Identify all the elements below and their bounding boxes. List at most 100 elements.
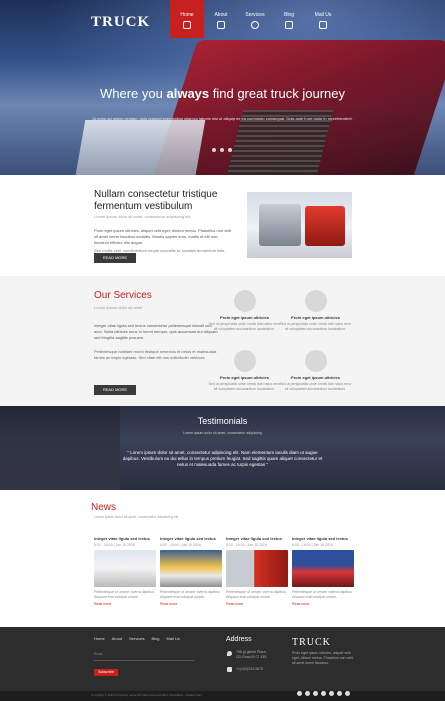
edit-icon: [285, 21, 293, 29]
news-card-desc: Pellentesque ut ornare viverra dapibus. …: [94, 590, 155, 599]
news-title: News: [91, 502, 117, 513]
social-links: [297, 691, 350, 696]
services-text: Integer vitae ligula sed lectus consecte…: [94, 323, 218, 340]
mail-icon: [319, 21, 327, 29]
service-icon: [233, 350, 256, 372]
news-card-title[interactable]: Integer vitae ligula sed lectus: [226, 536, 291, 541]
news-read-more-link[interactable]: Read more: [292, 602, 357, 606]
services-title: Our Services: [94, 290, 152, 301]
nav-label: Home: [180, 12, 194, 18]
nav-home[interactable]: Home: [170, 0, 204, 38]
service-desc: Sed ut perspiciatis unde omnis iste natu…: [279, 382, 352, 391]
red-truck-image: [305, 206, 345, 246]
news-card[interactable]: Integer vitae ligula sed lectus 8:00 - 1…: [292, 536, 357, 606]
nav-label: Services: [245, 12, 265, 18]
news-card[interactable]: Integer vitae ligula sed lectus 8:00 - 1…: [160, 536, 225, 606]
intro-read-more-button[interactable]: READ MORE: [94, 253, 136, 263]
address-title: Address: [226, 636, 252, 643]
service-title: Proin eget ipsum ultricies: [220, 375, 269, 380]
map-pin-icon: [227, 651, 232, 656]
footer-nav-link[interactable]: Services: [129, 636, 144, 641]
news-card-image[interactable]: [292, 550, 354, 587]
intro-truck-photo: [247, 192, 352, 258]
site-logo[interactable]: TRUCK: [91, 14, 150, 31]
service-icon: [304, 290, 327, 312]
services-text-secondary: Pellentesque habitant morbi tristique se…: [94, 349, 217, 360]
intro-title: Nullam consectetur tristique fermentum v…: [94, 189, 218, 212]
user-icon: [217, 21, 225, 29]
footer-nav-link[interactable]: Blog: [151, 636, 159, 641]
nav-blog[interactable]: Blog: [272, 0, 306, 38]
nav-about[interactable]: About: [204, 0, 238, 38]
address-line: CD-Road,M 07 435.: [236, 655, 268, 659]
service-item[interactable]: Proin eget ipsum ultricies Sed ut perspi…: [207, 350, 282, 392]
footer-logo[interactable]: TRUCK: [292, 637, 331, 648]
linkedin-icon[interactable]: [337, 691, 342, 696]
footer-about-text: Proin eget ipsum ultricies, aliquet veli…: [292, 651, 353, 665]
nav-label: Blog: [283, 12, 294, 18]
hero-title: Where you always find great truck journe…: [100, 86, 345, 101]
nav-services[interactable]: Services: [238, 0, 272, 38]
copyright-text: Copyright © 2016 Company name All rights…: [91, 693, 202, 697]
facebook-icon[interactable]: [297, 691, 302, 696]
news-card-image[interactable]: [94, 550, 156, 587]
email-field[interactable]: Email: [94, 652, 194, 661]
gear-icon: [251, 21, 259, 29]
twitter-icon[interactable]: [305, 691, 310, 696]
hero-truck-image-secondary: [74, 120, 206, 175]
subscribe-button[interactable]: Subscribe: [94, 669, 118, 676]
service-desc: Sed ut perspiciatis unde omnis iste natu…: [279, 322, 352, 331]
slider-dot[interactable]: [228, 148, 232, 152]
news-card-title[interactable]: Integer vitae ligula sed lectus: [292, 536, 357, 541]
service-icon: [233, 290, 256, 312]
slider-dots: [212, 148, 232, 152]
service-icon: [304, 350, 327, 372]
news-card-title[interactable]: Integer vitae ligula sed lectus: [160, 536, 225, 541]
slider-dot[interactable]: [212, 148, 216, 152]
footer-nav-link[interactable]: Home: [94, 636, 105, 641]
service-title: Proin eget ipsum ultricies: [220, 315, 269, 320]
news-read-more-link[interactable]: Read more: [226, 602, 291, 606]
nav-mail[interactable]: Mail Us: [306, 0, 340, 38]
news-card-desc: Pellentesque ut ornare viverra dapibus. …: [160, 590, 221, 599]
hero-subtitle: Ut enim ad minim veniam, quis nostrud ex…: [92, 116, 353, 121]
intro-text: Proin eget ipsum ultricies, aliquet veli…: [94, 228, 232, 245]
instagram-icon[interactable]: [321, 691, 326, 696]
news-card-desc: Pellentesque ut ornare viverra dapibus. …: [226, 590, 287, 599]
services-subtitle: Lorem ipsum dolor sit amet: [94, 305, 143, 310]
news-card-image[interactable]: [160, 550, 222, 587]
news-card-image[interactable]: [226, 550, 288, 587]
news-card-desc: Pellentesque ut ornare viverra dapibus. …: [292, 590, 353, 599]
google-plus-icon[interactable]: [313, 691, 318, 696]
testimonials-subtitle: Lorem ipsum dolor sit amet, consectetur …: [183, 431, 262, 435]
service-item[interactable]: Proin eget ipsum ultricies Sed ut perspi…: [278, 290, 353, 332]
footer-nav-link[interactable]: About: [112, 636, 122, 641]
news-read-more-link[interactable]: Read more: [160, 602, 225, 606]
news-card-date: 8:00 - 16:00 | Jan 15 2016: [160, 543, 201, 547]
intro-subtitle: Lorem ipsum dolor sit amet, consectetur …: [94, 214, 191, 219]
footer-nav: Home About Services Blog Mail Us: [94, 636, 180, 641]
news-card[interactable]: Integer vitae ligula sed lectus 8:00 - 1…: [94, 536, 159, 606]
home-icon: [183, 21, 191, 29]
service-title: Proin eget ipsum ultricies: [291, 375, 340, 380]
service-desc: Sed ut perspiciatis unde omnis iste natu…: [208, 322, 281, 331]
copyright-bar: [0, 691, 445, 701]
phone-number: +1(100)234-5678: [236, 667, 263, 671]
testimonial-quote: " Lorem ipsum dolor sit amet, consectetu…: [122, 450, 323, 467]
testimonials-title: Testimonials: [197, 416, 248, 426]
nav-label: Mail Us: [314, 12, 332, 18]
silver-truck-image: [259, 204, 301, 246]
services-read-more-button[interactable]: READ MORE: [94, 385, 136, 395]
slider-dot[interactable]: [220, 148, 224, 152]
service-item[interactable]: Proin eget ipsum ultricies Sed ut perspi…: [278, 350, 353, 392]
news-card[interactable]: Integer vitae ligula sed lectus 8:00 - 1…: [226, 536, 291, 606]
footer: [0, 627, 445, 691]
service-desc: Sed ut perspiciatis unde omnis iste natu…: [208, 382, 281, 391]
pinterest-icon[interactable]: [329, 691, 334, 696]
service-item[interactable]: Proin eget ipsum ultricies Sed ut perspi…: [207, 290, 282, 332]
rss-icon[interactable]: [345, 691, 350, 696]
footer-nav-link[interactable]: Mail Us: [166, 636, 179, 641]
news-card-title[interactable]: Integer vitae ligula sed lectus: [94, 536, 159, 541]
news-card-date: 8:00 - 16:00 | Jan 15 2016: [226, 543, 267, 547]
news-read-more-link[interactable]: Read more: [94, 602, 159, 606]
